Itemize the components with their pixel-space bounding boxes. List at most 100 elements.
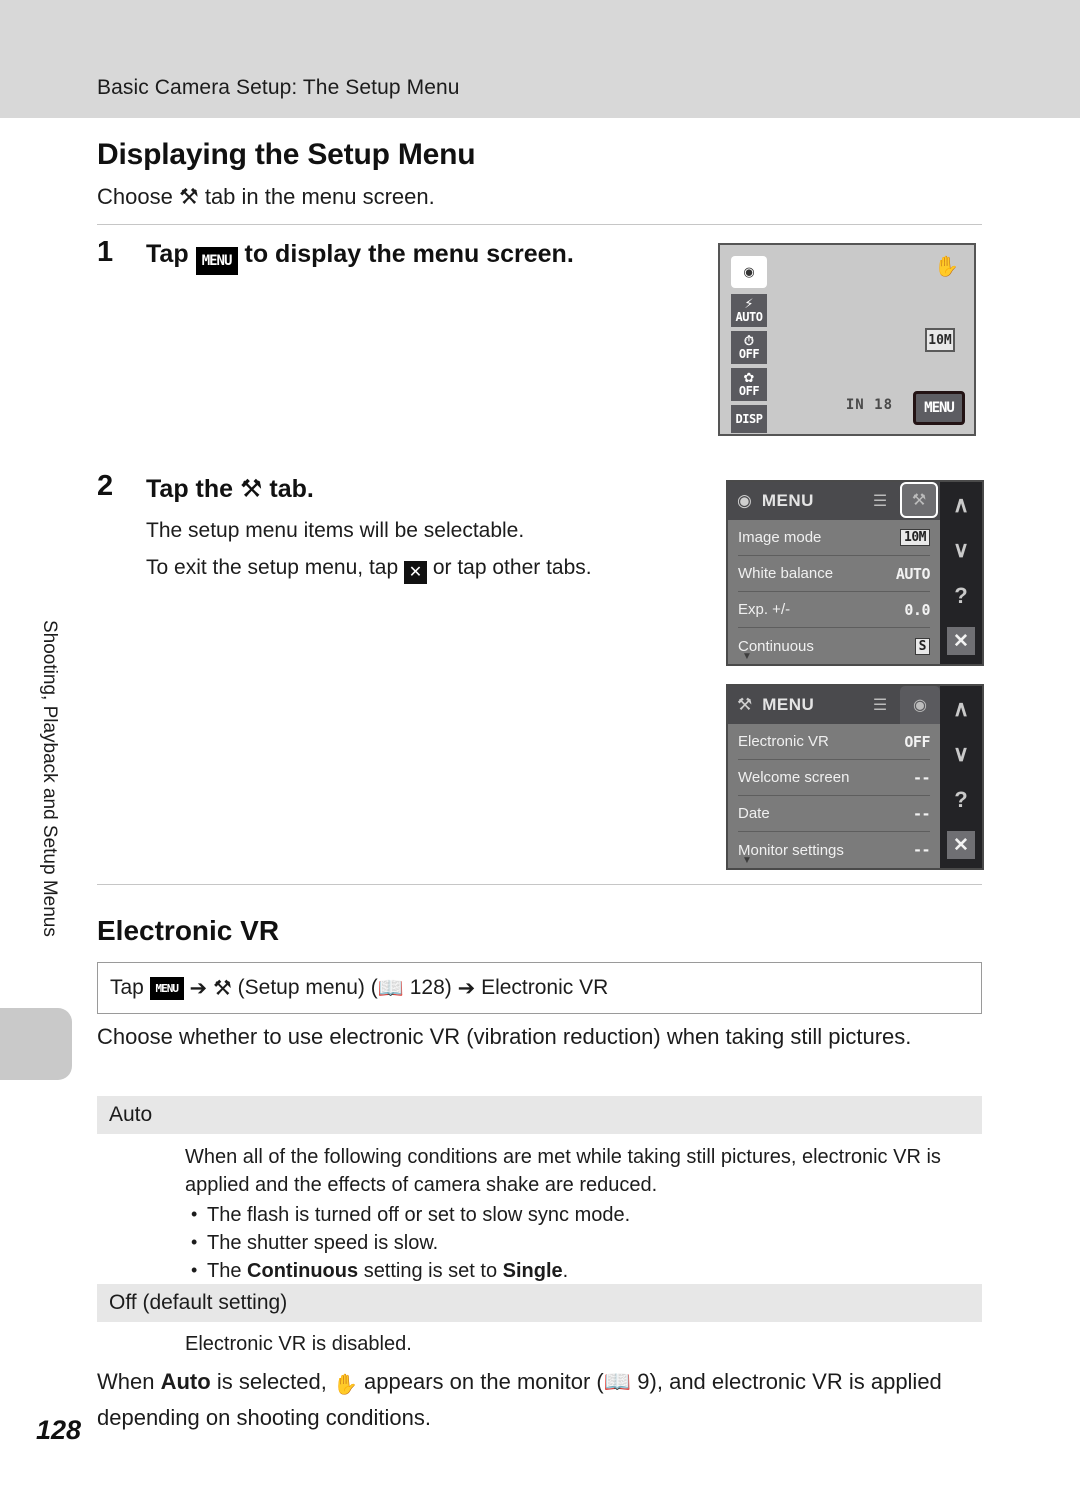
lcd-menu-button[interactable]: MENU [913,391,965,425]
menu-row-label: Image mode [738,529,822,546]
scroll-more-caret-icon: ▼ [742,855,752,866]
menu-path-end: Electronic VR [481,976,609,999]
running-header-title: Basic Camera Setup: The Setup Menu [97,76,460,99]
camera-lcd-inner: ◉ ⚡ AUTO ⏱ OFF ✿ OFF DISP ✋ 10M IN 18 ME… [723,248,971,433]
scroll-more-caret-icon: ▼ [742,651,752,662]
close-icon: ✕ [947,627,975,656]
menu-row-date[interactable]: Date -- [738,796,931,832]
section-intro-suffix: tab in the menu screen. [204,184,435,209]
topic-intro-paragraph: Choose whether to use electronic VR (vib… [97,1024,912,1049]
menu-row-value: -- [912,841,931,859]
menu-row-value: 0.0 [904,600,930,619]
bullet-bold-continuous: Continuous [247,1260,359,1282]
menu-row-label: Exp. +/- [738,601,791,618]
self-timer-label: OFF [738,347,760,361]
menu-row-value: OFF [904,732,930,751]
shooting-menu-illustration: ◉ MENU ☰ ⚒ Image mode 10M White balance … [726,480,984,666]
setup-wrench-tab[interactable]: ⚒ [900,482,938,518]
setup-menu-rail: ∧ ∨ ? ✕ [940,686,982,868]
step-2-suffix: tab. [269,475,314,503]
shooting-menu-panel: ◉ MENU ☰ ⚒ Image mode 10M White balance … [728,482,940,664]
setup-menu-panel: ⚒ MENU ☰ ◉ Electronic VR OFF Welcome scr… [728,686,940,868]
step-1-heading: Tap MENU to display the menu screen. [146,240,574,275]
menu-row-value: S [914,637,930,655]
closing-mid: is selected, [216,1369,327,1394]
display-button[interactable]: DISP [731,405,767,433]
menu-row-exposure[interactable]: Exp. +/- 0.0 [738,592,930,628]
close-icon: ✕ [947,831,975,860]
closing-page-ref: 9 [637,1369,650,1394]
book-icon: 📖 [377,975,404,1000]
menu-row-label: White balance [738,565,834,582]
close-button-cell[interactable]: ✕ [940,619,982,665]
shooting-menu-tabs: ☰ ⚒ [860,482,940,520]
shots-remaining: IN 18 [846,397,893,413]
shots-remaining-count: 18 [874,397,893,413]
list-item: The Continuous setting is set to Single. [185,1256,985,1285]
help-button[interactable]: ? [940,573,982,619]
menu-row-welcome-screen[interactable]: Welcome screen -- [738,760,931,796]
help-button[interactable]: ? [940,777,982,823]
close-x-icon: ✕ [404,561,427,584]
close-button-cell[interactable]: ✕ [940,823,982,869]
scroll-down-button[interactable]: ∨ [940,732,982,778]
list-item: The flash is turned off or set to slow s… [185,1200,985,1229]
setting-heading-auto: Auto [97,1096,982,1134]
scroll-down-button[interactable]: ∨ [940,528,982,574]
divider-mid [97,884,982,885]
menu-row-white-balance[interactable]: White balance AUTO [738,556,931,592]
shooting-camera-tab[interactable]: ◉ [900,686,940,724]
list-item: The shutter speed is slow. [185,1228,985,1257]
macro-mode-button[interactable]: ✿ OFF [731,368,767,401]
menu-path-page-ref: 128 [409,976,445,999]
step-1-suffix: to display the menu screen. [244,240,574,268]
menu-row-monitor-settings[interactable]: Monitor settings -- ▼ [738,832,931,868]
auto-description-text: When all of the following conditions are… [185,1146,941,1196]
step-1-number: 1 [97,236,114,268]
display-button-label: DISP [735,412,763,426]
menu-row-electronic-vr[interactable]: Electronic VR OFF [738,724,930,760]
chapter-thumb-marker [0,1008,72,1080]
flash-mode-button[interactable]: ⚡ AUTO [731,294,767,327]
topic-title: Electronic VR [97,915,280,946]
setup-menu-illustration: ⚒ MENU ☰ ◉ Electronic VR OFF Welcome scr… [726,684,984,870]
step-2-heading: Tap the ⚒ tab. [146,474,314,504]
setup-menu-titlebar: ⚒ MENU ☰ ◉ [728,686,940,724]
wrench-icon: ⚒ [240,474,263,503]
off-description-text: Electronic VR is disabled. [185,1333,412,1355]
scroll-up-button[interactable]: ∧ [940,686,982,732]
menu-row-continuous[interactable]: Continuous S ▼ [738,628,930,664]
step-2-body-suffix: or tap other tabs. [432,556,592,579]
menu-row-image-mode[interactable]: Image mode 10M [738,520,930,556]
menu-path-box: Tap MENU ➔ ⚒ (Setup menu) (📖 128) ➔ Elec… [97,962,982,1014]
section-intro: Choose ⚒ tab in the menu screen. [97,184,435,210]
step-2-prefix: Tap the [146,475,234,503]
step-2-body-line-2: To exit the setup menu, tap ✕ or tap oth… [146,556,592,584]
page-title: Displaying the Setup Menu [97,138,476,171]
memory-indicator: IN [845,397,865,413]
closing-bold-auto: Auto [160,1369,211,1394]
shooting-menu-rail: ∧ ∨ ? ✕ [940,482,982,664]
menu-row-label: Date [738,805,770,822]
bullet-suffix: . [562,1260,569,1282]
closing-mid2: appears on the monitor ( [364,1369,604,1394]
arrow-right-icon: ➔ [457,976,476,1000]
chapter-thumb-tab: Shooting, Playback and Setup Menus [18,620,80,1015]
image-size-badge: 10M [925,328,955,352]
menu-row-value: -- [912,768,931,787]
playback-list-tab[interactable]: ☰ [860,482,900,520]
scroll-up-button[interactable]: ∧ [940,482,982,528]
closing-prefix: When [97,1369,155,1394]
movie-list-tab[interactable]: ☰ [860,686,900,724]
shooting-mode-button[interactable]: ◉ [731,256,767,288]
running-header-band [0,0,1080,118]
camera-lcd-illustration: ◉ ⚡ AUTO ⏱ OFF ✿ OFF DISP ✋ 10M IN 18 ME… [718,243,976,436]
closing-paragraph: When Auto is selected, ✋ appears on the … [97,1365,982,1434]
auto-description-block: When all of the following conditions are… [185,1143,985,1285]
self-timer-button[interactable]: ⏱ OFF [731,331,767,364]
menu-path-prefix: Tap [110,976,144,999]
shooting-menu-titlebar: ◉ MENU ☰ ⚒ [728,482,940,520]
step-2-number: 2 [97,470,114,502]
wrench-icon: ⚒ [737,695,753,714]
wrench-icon: ⚒ [213,976,232,1000]
